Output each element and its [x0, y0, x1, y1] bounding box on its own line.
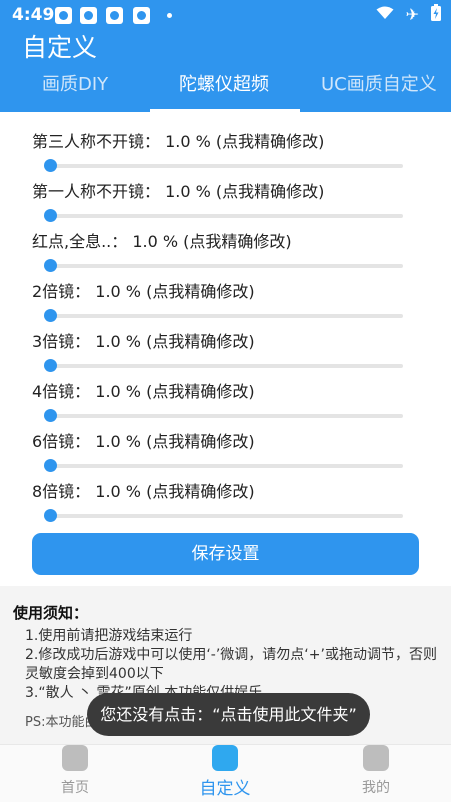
slider-thumb[interactable] — [44, 259, 57, 272]
setting-label[interactable]: 3倍镜： 1.0 % (点我精确修改) — [32, 328, 255, 352]
setting-label[interactable]: 8倍镜： 1.0 % (点我精确修改) — [32, 478, 255, 502]
wifi-icon — [376, 5, 394, 24]
tab-bar: 画质DIY 陀螺仪超频 UC画质自定义 — [0, 60, 451, 112]
slider-track[interactable] — [46, 314, 403, 318]
nav-label: 自定义 — [199, 779, 251, 799]
notification-icon — [106, 7, 123, 24]
setting-first-person: 第一人称不开镜： 1.0 % (点我精确修改) — [32, 178, 412, 222]
notification-icon — [55, 7, 72, 24]
setting-label[interactable]: 6倍镜： 1.0 % (点我精确修改) — [32, 428, 255, 452]
setting-3x-scope: 3倍镜： 1.0 % (点我精确修改) — [32, 328, 412, 372]
save-settings-button[interactable]: 保存设置 — [32, 533, 419, 575]
tab-quality-diy[interactable]: 画质DIY — [42, 70, 108, 96]
setting-2x-scope: 2倍镜： 1.0 % (点我精确修改) — [32, 278, 412, 322]
setting-third-person: 第三人称不开镜： 1.0 % (点我精确修改) — [32, 128, 412, 172]
setting-label[interactable]: 红点,全息..： 1.0 % (点我精确修改) — [32, 228, 292, 252]
tab-uc-quality[interactable]: UC画质自定义 — [321, 70, 437, 96]
slider-thumb[interactable] — [44, 509, 57, 522]
notice-line: 1.使用前请把游戏结束运行 — [25, 628, 193, 644]
page-title: 自定义 — [22, 33, 98, 62]
nav-label: 我的 — [362, 780, 390, 796]
home-icon — [62, 745, 88, 771]
slider-track[interactable] — [46, 414, 403, 418]
setting-8x-scope: 8倍镜： 1.0 % (点我精确修改) — [32, 478, 412, 522]
setting-red-dot: 红点,全息..： 1.0 % (点我精确修改) — [32, 228, 412, 272]
nav-label: 首页 — [61, 780, 89, 796]
notification-icon — [80, 7, 97, 24]
profile-icon — [363, 745, 389, 771]
slider-thumb[interactable] — [44, 459, 57, 472]
settings-card: 第三人称不开镜： 1.0 % (点我精确修改) 第一人称不开镜： 1.0 % (… — [0, 112, 451, 586]
nav-custom[interactable]: 自定义 — [150, 745, 300, 802]
bottom-navigation: 首页 自定义 我的 — [0, 744, 451, 802]
slider-thumb[interactable] — [44, 159, 57, 172]
battery-icon — [431, 4, 441, 25]
slider-track[interactable] — [46, 214, 403, 218]
status-bar: 4:49 ✈ — [0, 0, 451, 30]
app-bar: 4:49 ✈ 自定义 画质DIY 陀螺仪超频 UC画质自定义 — [0, 0, 451, 112]
more-notifications-icon — [167, 13, 172, 18]
slider-track[interactable] — [46, 364, 403, 368]
main-content: 第三人称不开镜： 1.0 % (点我精确修改) 第一人称不开镜： 1.0 % (… — [0, 112, 451, 744]
slider-track[interactable] — [46, 164, 403, 168]
slider-thumb[interactable] — [44, 409, 57, 422]
status-time: 4:49 — [12, 5, 55, 25]
nav-home[interactable]: 首页 — [0, 745, 150, 802]
notification-icon — [133, 7, 150, 24]
nav-profile[interactable]: 我的 — [301, 745, 451, 802]
toast-message: 您还没有点击：“点击使用此文件夹” — [87, 693, 370, 736]
slider-thumb[interactable] — [44, 359, 57, 372]
notice-line: 2.修改成功后游戏中可以使用‘-’微调，请勿点‘+’或拖动调节，否则灵敏度会掉到… — [25, 647, 437, 682]
setting-label[interactable]: 4倍镜： 1.0 % (点我精确修改) — [32, 378, 255, 402]
slider-track[interactable] — [46, 464, 403, 468]
setting-4x-scope: 4倍镜： 1.0 % (点我精确修改) — [32, 378, 412, 422]
tab-gyro-overclock[interactable]: 陀螺仪超频 — [179, 70, 269, 96]
setting-label[interactable]: 第一人称不开镜： 1.0 % (点我精确修改) — [32, 178, 324, 202]
notice-title: 使用须知： — [13, 604, 89, 622]
slider-thumb[interactable] — [44, 309, 57, 322]
setting-label[interactable]: 2倍镜： 1.0 % (点我精确修改) — [32, 278, 255, 302]
setting-6x-scope: 6倍镜： 1.0 % (点我精确修改) — [32, 428, 412, 472]
slider-track[interactable] — [46, 264, 403, 268]
slider-thumb[interactable] — [44, 209, 57, 222]
airplane-icon: ✈ — [405, 5, 419, 24]
custom-icon — [212, 745, 238, 771]
slider-track[interactable] — [46, 514, 403, 518]
setting-label[interactable]: 第三人称不开镜： 1.0 % (点我精确修改) — [32, 128, 324, 152]
